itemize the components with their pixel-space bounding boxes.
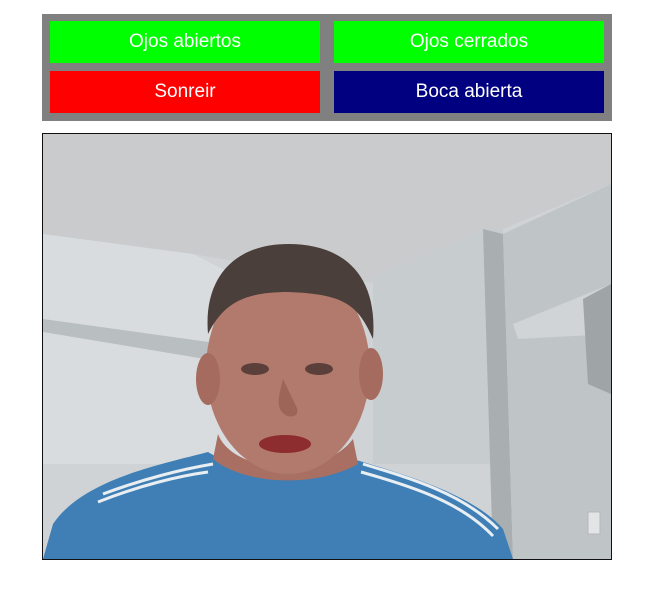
boca-abierta-button[interactable]: Boca abierta (334, 71, 604, 113)
sonreir-button[interactable]: Sonreir (50, 71, 320, 113)
expression-button-panel: Ojos abiertos Ojos cerrados Sonreir Boca… (42, 14, 612, 121)
webcam-frame-image (43, 134, 611, 559)
webcam-video-feed (42, 133, 612, 560)
ojos-cerrados-button[interactable]: Ojos cerrados (334, 21, 604, 63)
ojos-abiertos-button[interactable]: Ojos abiertos (50, 21, 320, 63)
